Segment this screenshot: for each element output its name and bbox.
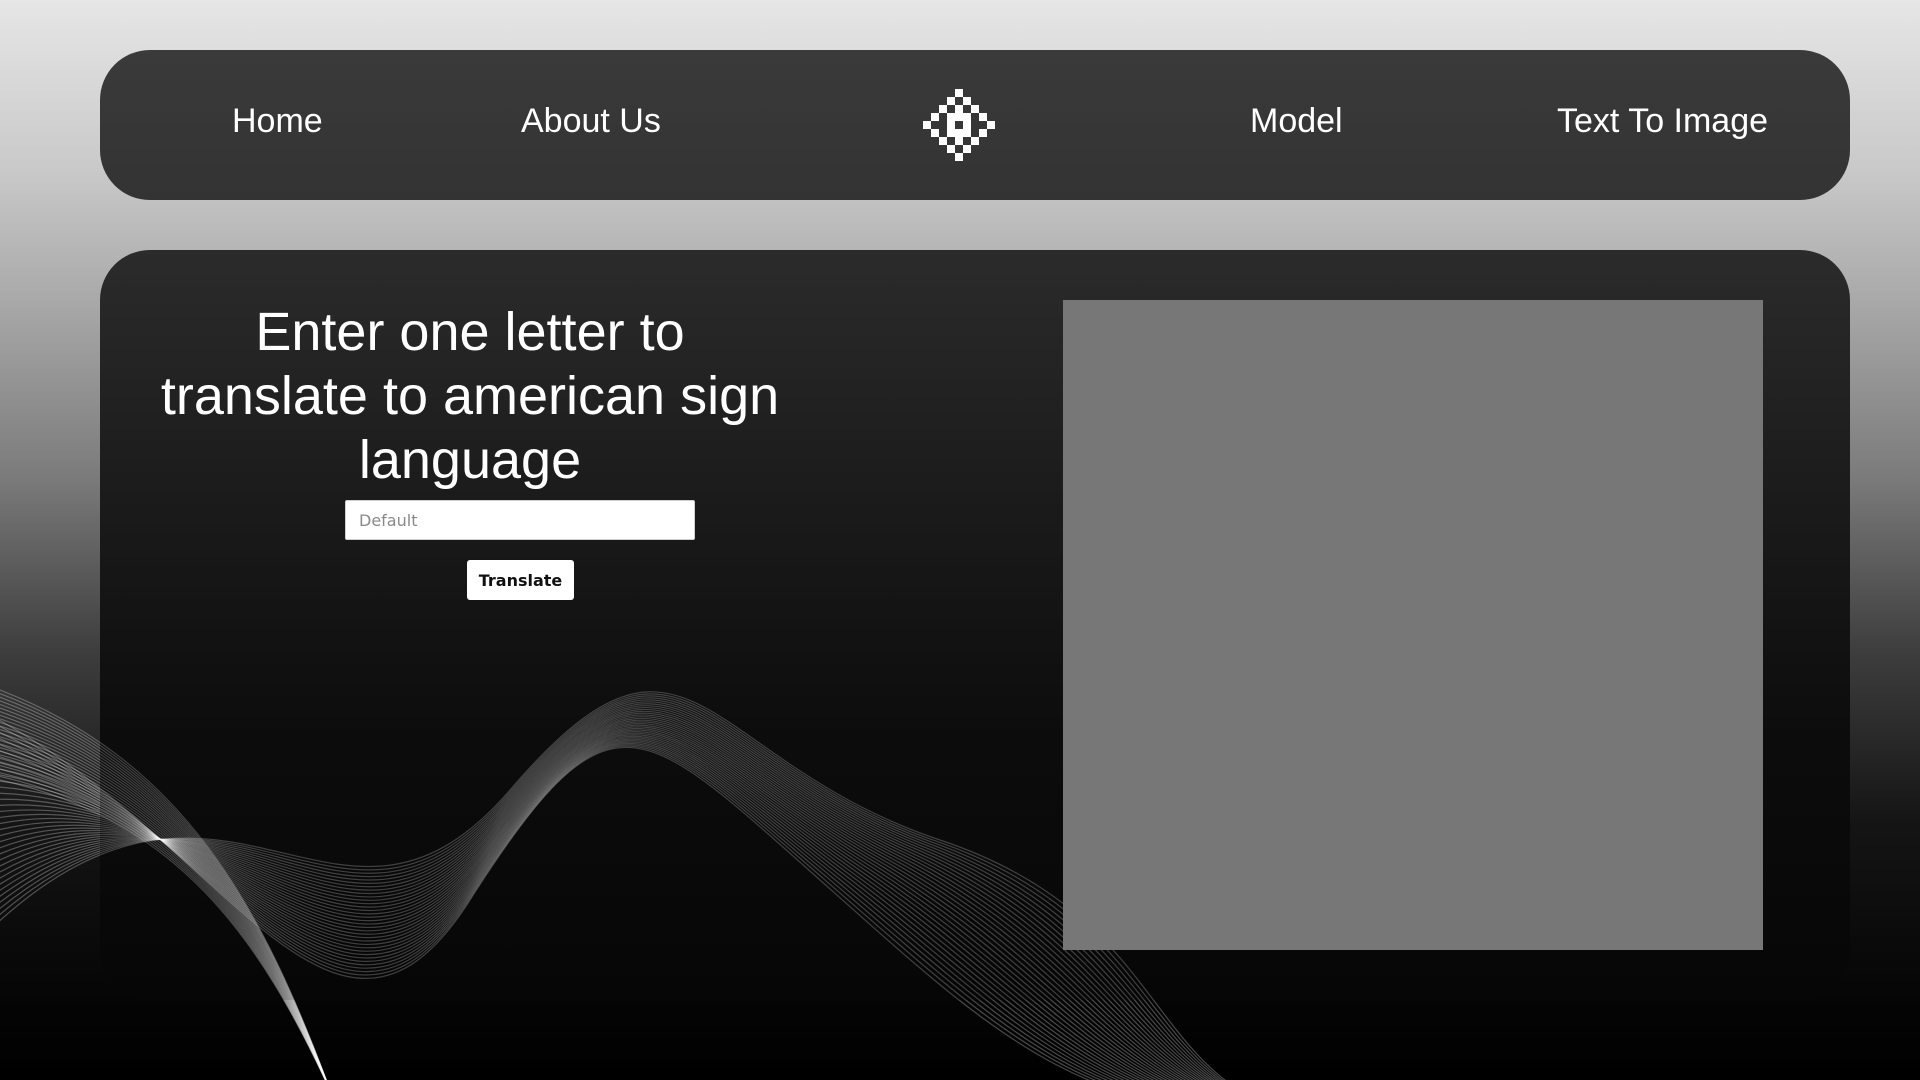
nav-about-us-link[interactable]: About Us bbox=[521, 100, 661, 142]
translate-button[interactable]: Translate bbox=[467, 560, 574, 600]
page-heading: Enter one letter to translate to america… bbox=[160, 302, 780, 490]
top-navigation-bar: Home About Us Model Text To Image bbox=[100, 50, 1850, 200]
nav-text-to-image-link[interactable]: Text To Image bbox=[1557, 100, 1768, 142]
sign-language-image-placeholder bbox=[1063, 300, 1763, 950]
nav-model-link[interactable]: Model bbox=[1250, 100, 1343, 142]
translator-panel: Enter one letter to translate to america… bbox=[100, 250, 1850, 1000]
letter-input[interactable] bbox=[345, 500, 695, 540]
pixel-flower-logo-icon[interactable] bbox=[923, 89, 995, 161]
nav-home-link[interactable]: Home bbox=[232, 100, 323, 142]
